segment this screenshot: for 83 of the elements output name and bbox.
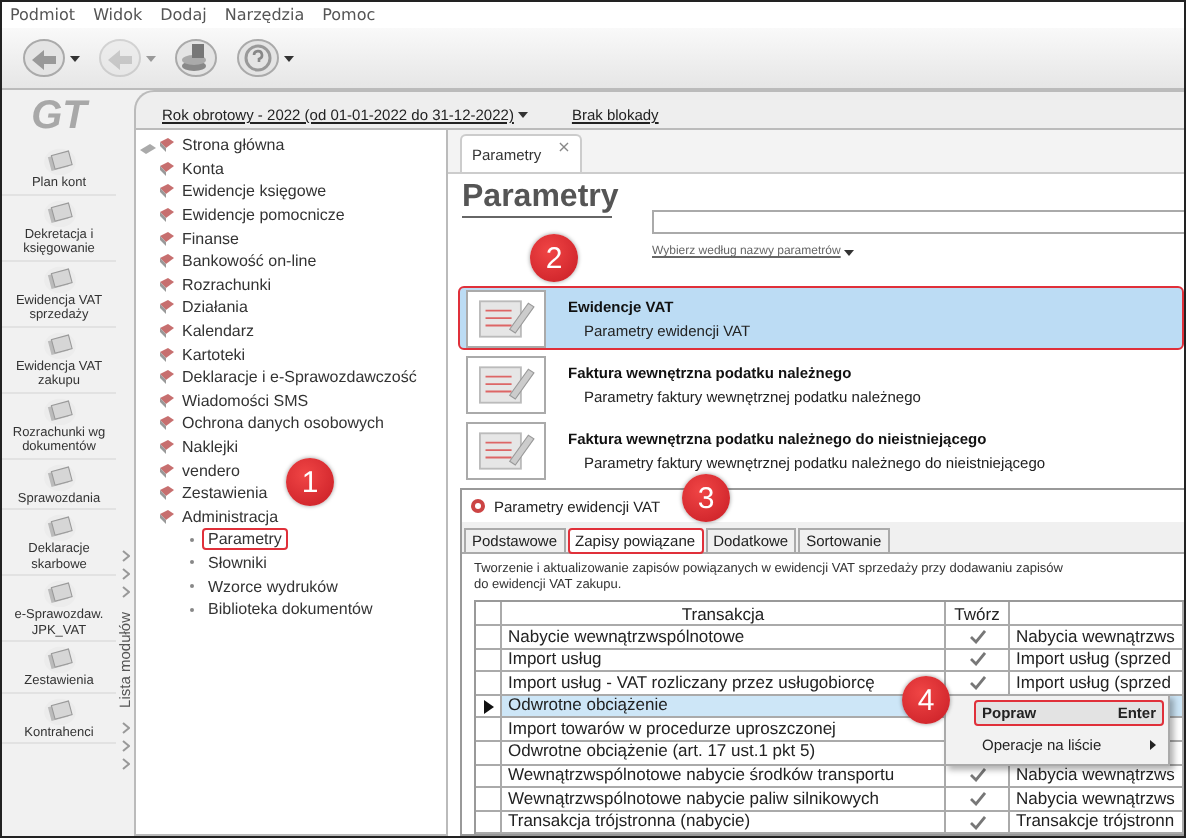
caret-icon — [284, 55, 294, 61]
row-header-cell[interactable] — [476, 811, 502, 835]
book-icon — [158, 391, 176, 410]
book-icon — [158, 229, 176, 248]
table-cell: Wewnątrzwspólnotowe nabycie środków transportu — [502, 765, 946, 789]
book-icon — [158, 461, 176, 480]
tree-item[interactable]: Parametry — [202, 528, 288, 551]
caret-icon — [70, 55, 80, 61]
table-cell: Transakcja trójstronna (nabycie) — [502, 811, 946, 835]
caret-icon — [844, 249, 855, 255]
row-header-cell[interactable] — [476, 649, 502, 673]
toolbar-button[interactable] — [174, 38, 218, 78]
close-icon[interactable]: × — [557, 138, 571, 156]
table-cell: Import towarów w procedurze uproszczonej — [502, 718, 946, 742]
book-icon — [158, 507, 176, 526]
row-header-cell[interactable] — [476, 741, 502, 766]
tree-item[interactable]: Kartoteki — [182, 345, 246, 364]
book-icon — [158, 368, 176, 387]
tree-item[interactable]: Wiadomości SMS — [182, 391, 309, 410]
tree-item[interactable]: Wzorce wydruków — [202, 575, 344, 598]
row-header-cell[interactable] — [476, 626, 502, 650]
logo: GT — [31, 94, 87, 140]
book-icon — [158, 484, 176, 503]
tree-item[interactable]: Deklaracje i e-Sprawozdawczość — [182, 368, 417, 387]
tree-item[interactable]: Konta — [182, 159, 224, 178]
tree-item[interactable]: Bankowość on-line — [182, 252, 317, 271]
submenu-arrow-icon — [1150, 740, 1156, 750]
tree-item[interactable]: Rozrachunki — [182, 275, 271, 294]
table-cell: Odwrotne obciążenie (art. 17 ust.1 pkt 5) — [502, 741, 946, 766]
search-field[interactable] — [652, 210, 1184, 234]
tree-item[interactable]: Ochrona danych osobowych — [182, 414, 384, 433]
menu-item[interactable]: Widok — [93, 6, 143, 24]
tree-item[interactable]: Strona główna — [182, 136, 285, 155]
tree-item[interactable]: vendero — [182, 461, 240, 480]
table-cell: Nabycie wewnątrzwspólnotowe — [502, 626, 946, 650]
book-icon — [158, 182, 176, 201]
tree-item[interactable]: Finanse — [182, 229, 239, 248]
table-cell: Nabycia wewnątrzws — [1010, 626, 1184, 650]
book-icon — [158, 252, 176, 271]
book-icon — [158, 345, 176, 364]
pin-icon[interactable] — [140, 142, 156, 154]
caret-icon — [517, 112, 528, 118]
book-icon — [158, 206, 176, 225]
caret-icon — [146, 55, 156, 61]
toolbar-button[interactable] — [22, 38, 80, 78]
tree-item[interactable]: Działania — [182, 298, 248, 317]
tree-item[interactable]: Zestawienia — [182, 484, 268, 503]
tree-item[interactable]: Biblioteka dokumentów — [202, 598, 379, 621]
table-cell: Transakcje trójstronn — [1010, 811, 1184, 835]
tree-item[interactable]: Administracja — [182, 507, 279, 526]
tree-item[interactable]: Ewidencje pomocnicze — [182, 206, 345, 225]
menu-item[interactable]: Pomoc — [322, 6, 376, 24]
coins-icon — [174, 38, 218, 78]
table-cell: Import usług — [502, 649, 946, 673]
menu-item[interactable]: Narzędzia — [224, 6, 305, 24]
checklist-icon — [466, 289, 546, 347]
checklist-icon — [466, 421, 546, 479]
toolbar-button[interactable] — [236, 38, 294, 78]
tree-item[interactable]: Naklejki — [182, 438, 239, 457]
table-cell: Import usług (sprzed — [1010, 649, 1184, 673]
book-icon — [158, 438, 176, 457]
book-icon — [158, 414, 176, 433]
table-cell: Wewnątrzwspólnotowe nabycie paliw silnikowych — [502, 788, 946, 812]
row-header-cell[interactable] — [476, 718, 502, 742]
book-icon — [158, 159, 176, 178]
row-header-cell[interactable] — [476, 695, 502, 719]
gear-icon — [470, 498, 486, 514]
menu-item[interactable]: Podmiot — [10, 6, 76, 24]
book-icon — [158, 275, 176, 294]
table-cell: Nabycia wewnątrzws — [1010, 788, 1184, 812]
table-cell: Nabycia wewnątrzws — [1010, 765, 1184, 789]
book-icon — [158, 136, 176, 155]
book-icon — [158, 298, 176, 317]
tree-item[interactable]: Ewidencje księgowe — [182, 182, 327, 201]
book-icon — [158, 322, 176, 341]
checklist-icon — [466, 355, 546, 413]
row-header-cell[interactable] — [476, 765, 502, 789]
menu-item[interactable]: Dodaj — [160, 6, 207, 24]
tree-item[interactable]: Słowniki — [202, 551, 273, 574]
row-header-cell[interactable] — [476, 788, 502, 812]
row-header-cell[interactable] — [476, 672, 502, 696]
tree-item[interactable]: Kalendarz — [182, 322, 255, 341]
help-icon — [236, 38, 280, 78]
